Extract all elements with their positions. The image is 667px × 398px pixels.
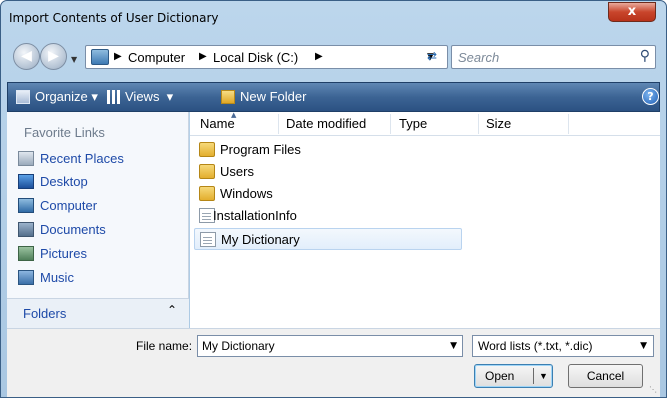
dialog-window: Import Contents of User Dictionary x ◀ ▶… [0,0,667,398]
sidebar-item-music[interactable]: Music [18,267,183,289]
chevron-up-icon: ⌃ [167,303,178,317]
navigation-pane: Favorite Links Recent Places Desktop Com… [7,112,189,328]
sidebar-item-recent-places[interactable]: Recent Places [18,148,183,170]
list-item[interactable]: Users [194,161,462,183]
back-button[interactable]: ◀ [13,43,40,70]
column-divider[interactable] [278,114,279,134]
music-icon [18,270,34,285]
sort-ascending-icon: ▲ [231,111,237,119]
file-name: InstallationInfo [213,208,297,223]
file-name-label: File name: [136,339,193,353]
search-placeholder: Search [458,50,500,65]
file-name: My Dictionary [221,232,300,247]
file-name-value: My Dictionary [202,339,275,353]
favorite-links-heading: Favorite Links [24,125,105,140]
folder-icon [199,164,215,179]
desktop-icon [18,174,34,189]
sidebar-item-label: Pictures [40,246,87,261]
folders-toggle[interactable]: Folders ⌃ [7,298,189,328]
breadcrumb-local-disk[interactable]: Local Disk (C:) [213,50,298,65]
list-item[interactable]: Program Files [194,139,462,161]
folder-icon [199,142,215,157]
column-divider[interactable] [478,114,479,134]
address-bar[interactable]: ▶ Computer ▶ Local Disk (C:) ▶ ▼ [85,45,448,69]
sidebar-item-pictures[interactable]: Pictures [18,243,183,265]
organize-label: Organize [35,89,88,104]
document-icon [200,232,216,247]
chevron-down-icon[interactable]: ▼ [450,341,457,351]
breadcrumb-separator-icon[interactable]: ▶ [114,51,122,62]
list-item[interactable]: Windows [194,183,462,205]
folder-icon [199,186,215,201]
search-icon[interactable]: ⚲ [640,48,650,64]
sidebar-item-label: Documents [40,222,106,237]
file-name: Windows [220,186,273,201]
cancel-button[interactable]: Cancel [568,364,643,388]
column-header-row: Name ▲ Date modified Type Size [190,111,660,136]
breadcrumb-separator-icon[interactable]: ▶ [199,51,207,62]
title-bar[interactable]: Import Contents of User Dictionary x [1,1,666,35]
views-button[interactable]: Views ▾ [125,89,173,105]
sidebar-item-computer[interactable]: Computer [18,195,183,217]
open-label: Open [485,369,515,383]
file-list: Name ▲ Date modified Type Size Program F… [190,111,660,328]
column-divider[interactable] [390,114,391,134]
computer-icon [18,198,34,213]
split-divider [533,368,534,384]
new-folder-button[interactable]: New Folder [240,89,306,104]
new-folder-icon [221,90,235,104]
views-label: Views [125,89,160,104]
help-icon[interactable]: ? [642,88,659,105]
forward-arrow-icon: ▶ [48,48,59,64]
list-item[interactable]: InstallationInfo [194,205,462,227]
close-button[interactable]: x [608,2,656,22]
back-arrow-icon: ◀ [21,48,32,64]
file-type-value: Word lists (*.txt, *.dic) [478,339,593,353]
folders-label: Folders [23,306,67,321]
sidebar-item-desktop[interactable]: Desktop [18,171,183,193]
sidebar-item-documents[interactable]: Documents [18,219,183,241]
breadcrumb-separator-icon[interactable]: ▶ [315,51,323,62]
file-dialog-footer: File name: My Dictionary ▼ Word lists (*… [7,328,660,397]
refresh-icon[interactable]: ⇄ [419,45,445,69]
pictures-icon [18,246,34,261]
sidebar-item-label: Music [40,270,74,285]
column-size[interactable]: Size [486,116,511,131]
column-date-modified[interactable]: Date modified [286,116,366,131]
chevron-down-icon[interactable]: ▼ [640,341,647,351]
chevron-down-icon[interactable]: ▼ [539,365,548,387]
breadcrumb-computer[interactable]: Computer [128,50,185,65]
forward-button[interactable]: ▶ [40,43,67,70]
file-name: Users [220,164,254,179]
organize-icon [16,90,30,104]
command-toolbar: Organize ▾ Views ▾ New Folder ? [7,82,660,112]
search-input[interactable]: Search ⚲ [451,45,656,69]
column-name[interactable]: Name [200,116,235,131]
recent-pages-dropdown[interactable]: ▼ [71,55,81,65]
views-icon [107,90,121,104]
column-type[interactable]: Type [399,116,427,131]
navigation-bar: ◀ ▶ ▼ ▶ Computer ▶ Local Disk (C:) ▶ ▼ ⇄… [1,35,666,81]
list-item-selected[interactable]: My Dictionary [194,228,462,250]
organize-button[interactable]: Organize ▾ [35,89,98,105]
window-title: Import Contents of User Dictionary [9,11,219,25]
computer-location-icon [91,49,109,65]
recent-places-icon [18,151,34,166]
resize-grip-icon[interactable]: ⋱ [649,385,657,394]
file-name-field[interactable]: My Dictionary ▼ [197,335,463,357]
documents-icon [18,222,34,237]
sidebar-item-label: Recent Places [40,151,124,166]
open-button[interactable]: Open ▼ [474,364,553,388]
file-type-select[interactable]: Word lists (*.txt, *.dic) ▼ [472,335,654,357]
column-divider[interactable] [568,114,569,134]
sidebar-item-label: Computer [40,198,98,213]
file-name: Program Files [220,142,301,157]
sidebar-item-label: Desktop [40,174,88,189]
